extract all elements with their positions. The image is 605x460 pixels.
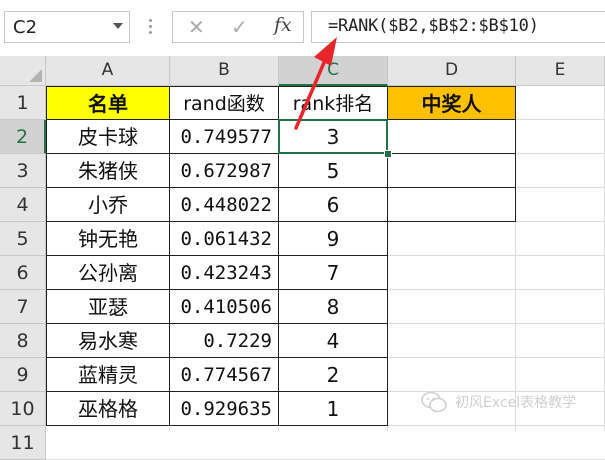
watermark: 初风Excel表格教学 bbox=[421, 390, 576, 414]
annotation-arrow bbox=[294, 37, 337, 130]
watermark-text: 初风Excel表格教学 bbox=[455, 395, 577, 411]
row-header-11[interactable]: 11 bbox=[0, 426, 46, 460]
wechat-icon bbox=[421, 391, 447, 413]
